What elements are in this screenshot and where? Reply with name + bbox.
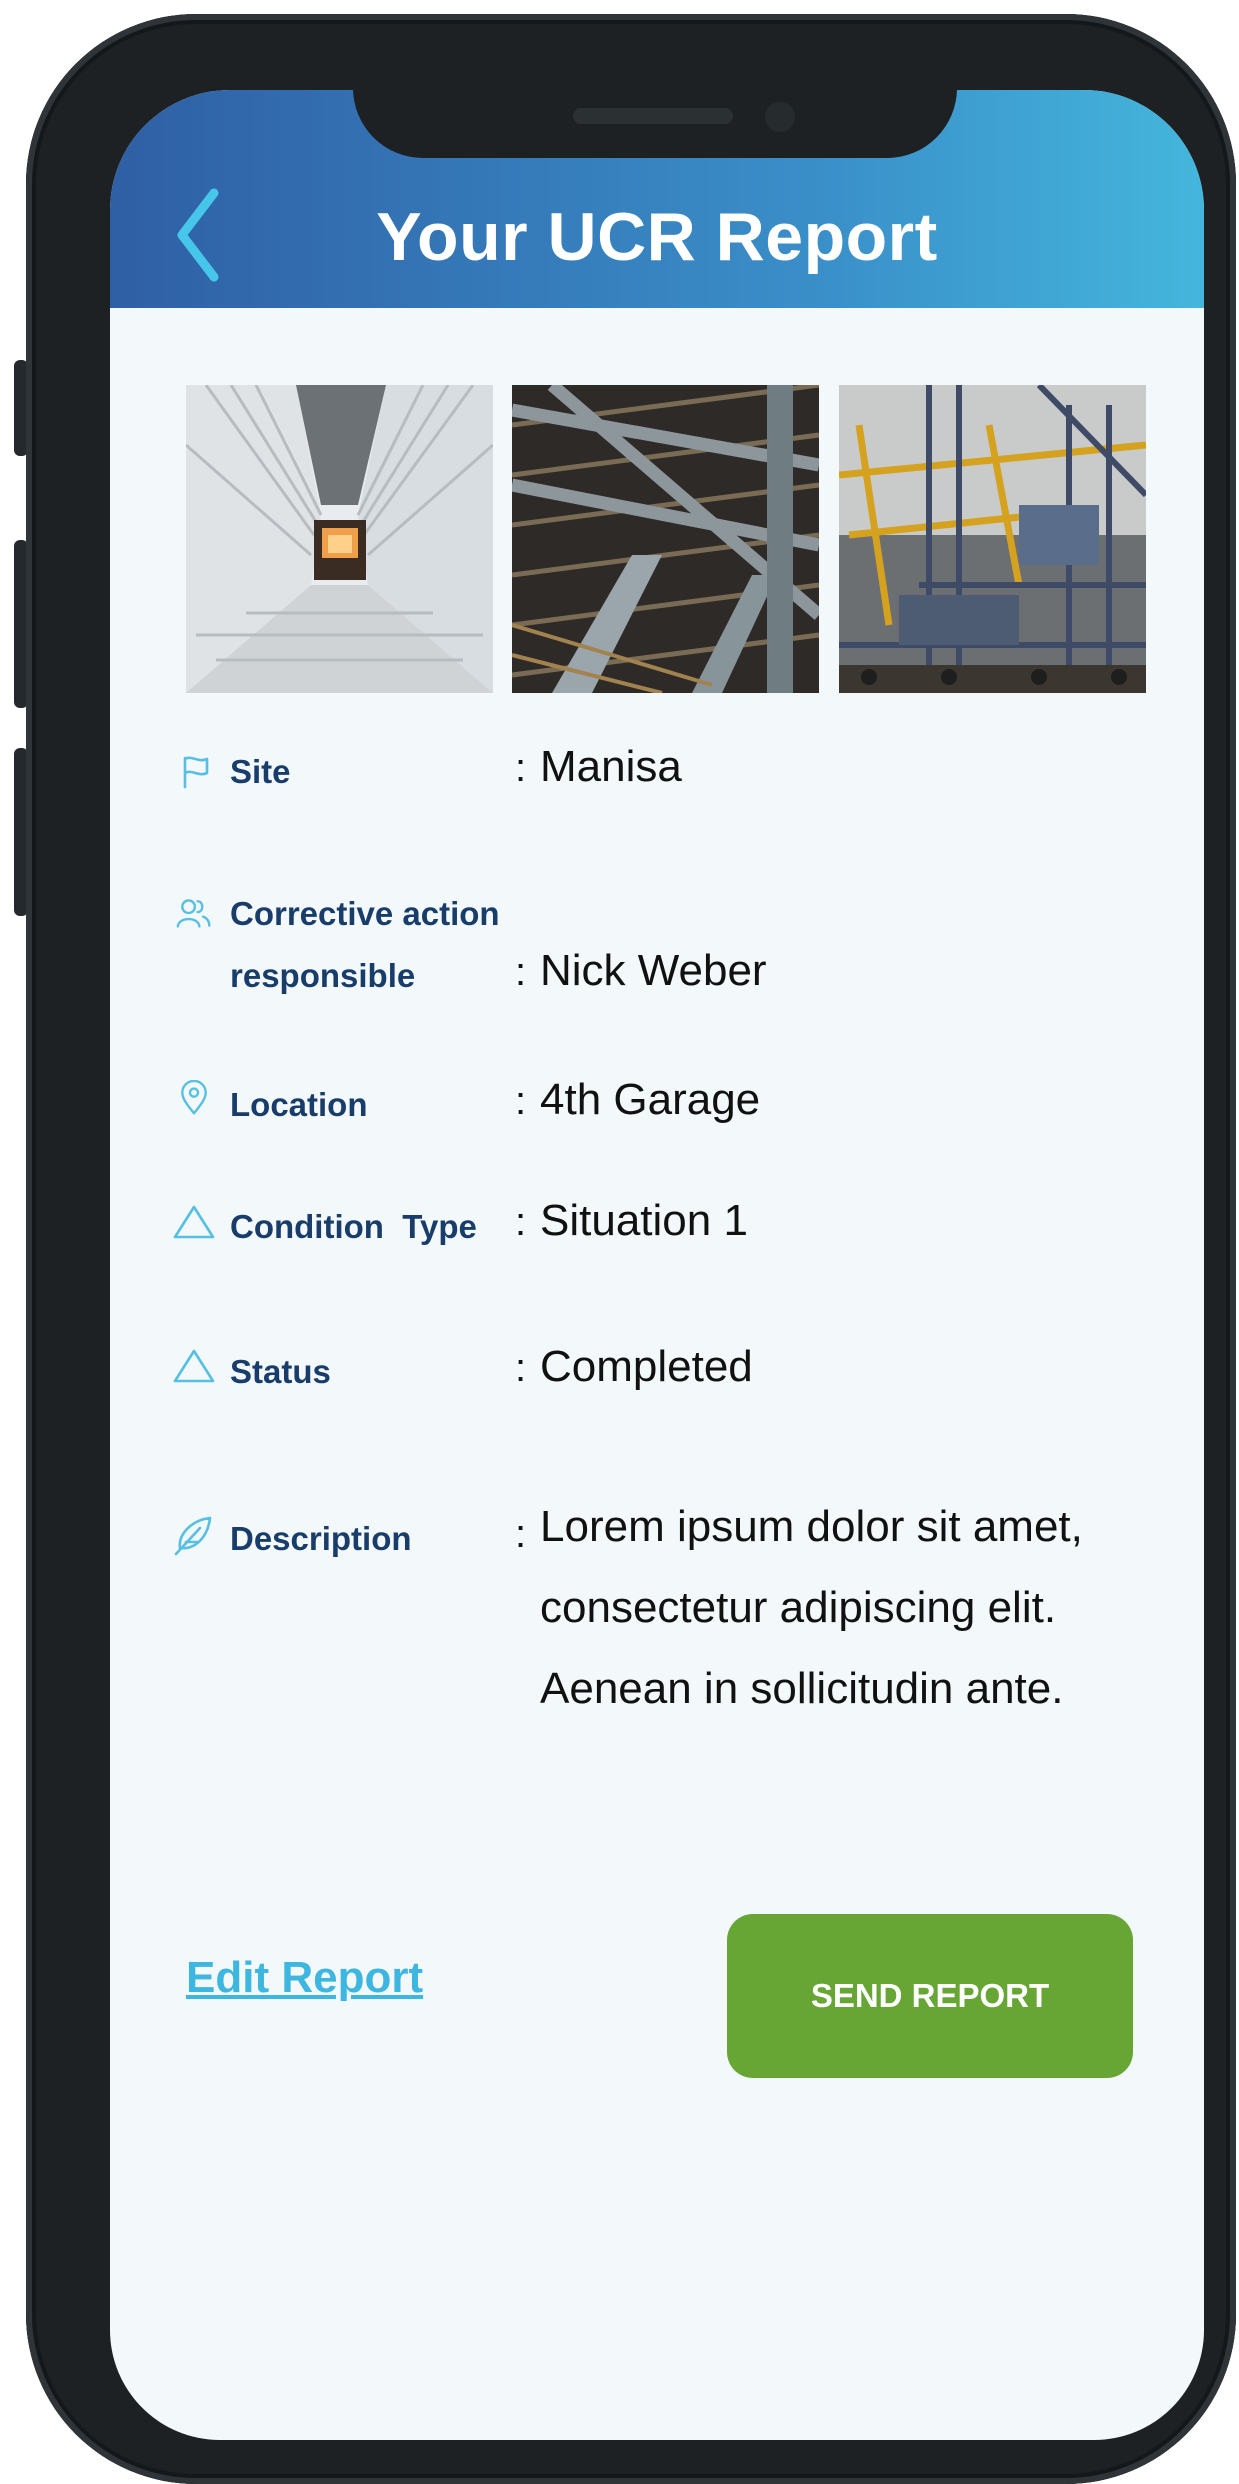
corrective-action-colon: : xyxy=(515,950,527,994)
description-line-2: consectetur adipiscing elit. xyxy=(540,1583,1057,1632)
site-value: Manisa xyxy=(540,742,682,791)
edit-report-link[interactable]: Edit Report xyxy=(186,1953,423,2003)
crane-photo[interactable] xyxy=(839,385,1146,693)
description-colon: : xyxy=(515,1512,527,1556)
description-line-1: Lorem ipsum dolor sit amet, xyxy=(540,1502,1083,1551)
condition-type-label: Condition Type xyxy=(230,1208,477,1245)
flag-icon xyxy=(183,756,209,789)
front-camera xyxy=(765,102,795,132)
site-label: Site xyxy=(230,753,291,790)
corrective-action-label-line1: Corrective action xyxy=(230,895,500,932)
corrective-action-label-line2: responsible xyxy=(230,957,416,994)
phone-notch xyxy=(353,90,957,158)
speaker-grille xyxy=(573,108,733,124)
location-colon: : xyxy=(515,1079,527,1123)
status-label: Status xyxy=(230,1353,331,1390)
send-report-button[interactable]: SEND REPORT xyxy=(727,1914,1133,2078)
feather-icon xyxy=(174,1516,212,1556)
description-value: Lorem ipsum dolor sit amet, consectetur … xyxy=(540,1486,1160,1729)
corrective-action-value: Nick Weber xyxy=(540,946,767,995)
phone-frame: Your UCR Report Site: Manisa Corrective… xyxy=(26,14,1236,2484)
status-colon: : xyxy=(515,1346,527,1390)
status-value: Completed xyxy=(540,1342,753,1391)
app-screen: Your UCR Report Site: Manisa Corrective… xyxy=(110,90,1204,2440)
location-pin-icon xyxy=(181,1080,207,1115)
condition-type-value: Situation 1 xyxy=(540,1196,748,1245)
description-line-3: Aenean in sollicitudin ante. xyxy=(540,1664,1064,1713)
description-label: Description xyxy=(230,1520,412,1557)
corridor-photo[interactable] xyxy=(186,385,493,693)
users-icon xyxy=(176,899,211,928)
location-label: Location xyxy=(230,1086,368,1123)
location-value: 4th Garage xyxy=(540,1075,761,1124)
corrective-action-label: Corrective action responsible xyxy=(230,883,500,1007)
page-title: Your UCR Report xyxy=(376,199,938,275)
triangle-icon xyxy=(173,1349,215,1383)
steel-structure-photo[interactable] xyxy=(512,385,819,693)
triangle-icon xyxy=(173,1205,215,1239)
site-colon: : xyxy=(515,746,527,790)
condition-type-colon: : xyxy=(515,1200,527,1244)
